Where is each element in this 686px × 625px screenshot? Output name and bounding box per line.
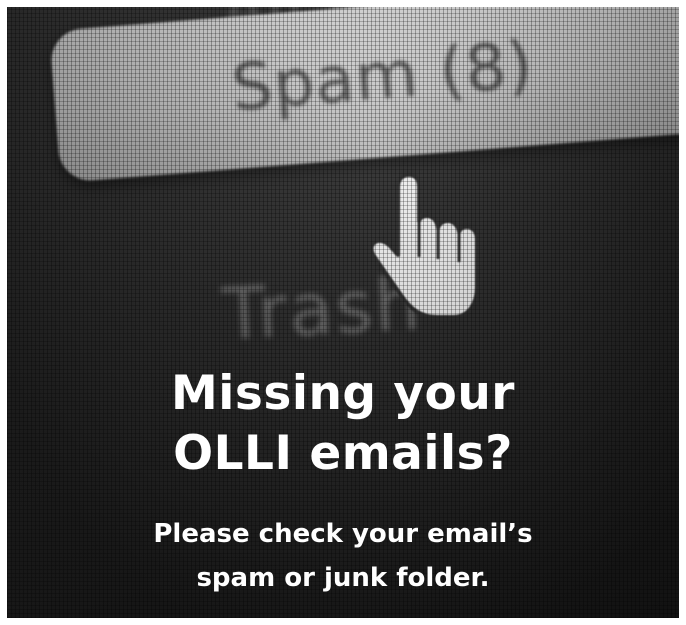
subheadline: Please check your email’s spam or junk f…: [7, 512, 679, 600]
hand-pointer-icon: [371, 173, 479, 319]
headline: Missing your OLLI emails?: [7, 364, 679, 484]
promo-banner: All Ma Spam (8) Trash Missing your OLLI …: [7, 7, 679, 618]
subheadline-line-2: spam or junk folder.: [196, 563, 490, 593]
spam-folder-label: Spam (8): [229, 28, 536, 126]
headline-line-2: OLLI emails?: [173, 426, 513, 481]
headline-line-1: Missing your: [171, 366, 515, 421]
subheadline-line-1: Please check your email’s: [153, 519, 533, 549]
spam-folder-bar: Spam (8): [49, 7, 679, 183]
